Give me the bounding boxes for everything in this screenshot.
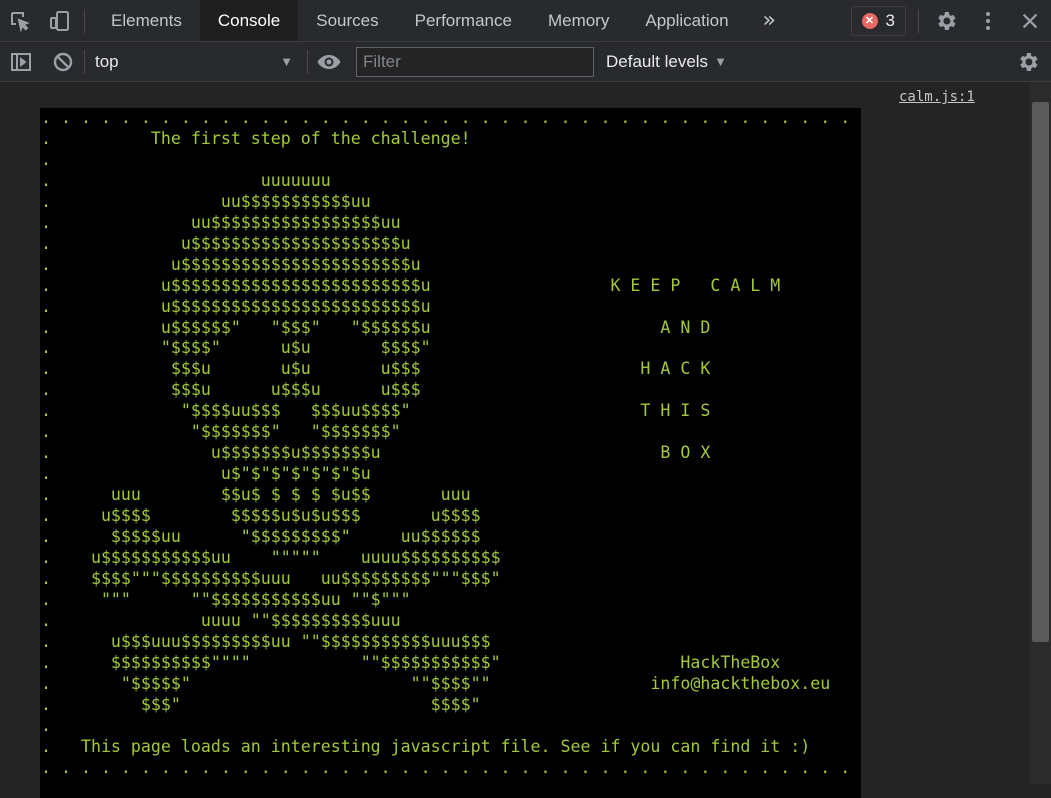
- scrollbar[interactable]: [1030, 82, 1051, 784]
- live-expression-icon[interactable]: [308, 42, 350, 82]
- console-output: calm.js:1 . . . . . . . . . . . . . . . …: [0, 82, 1051, 798]
- gear-icon[interactable]: [925, 0, 967, 42]
- kebab-menu-icon[interactable]: [967, 0, 1009, 42]
- ascii-art-message: . . . . . . . . . . . . . . . . . . . . …: [41, 108, 861, 777]
- gear-icon[interactable]: [1005, 42, 1051, 82]
- more-tabs-button[interactable]: »: [747, 0, 792, 41]
- tabbar-divider: [918, 9, 919, 33]
- tab-performance[interactable]: Performance: [397, 0, 530, 41]
- toolbar-divider: [84, 8, 85, 33]
- filter-input[interactable]: [356, 46, 594, 77]
- error-count-badge[interactable]: ✕ 3: [850, 6, 906, 36]
- context-label: top: [95, 51, 119, 71]
- tab-elements[interactable]: Elements: [93, 0, 200, 41]
- scrollbar-thumb[interactable]: [1032, 102, 1049, 642]
- log-levels-label: Default levels: [606, 51, 709, 71]
- devtools-tabbar: Elements Console Sources Performance Mem…: [0, 0, 1051, 42]
- tabbar-right-group: ✕ 3: [850, 0, 1051, 42]
- device-toolbar-icon[interactable]: [40, 0, 80, 42]
- console-toolbar: top ▼ Default levels ▼: [0, 42, 1051, 82]
- tab-console[interactable]: Console: [199, 0, 299, 41]
- tab-sources[interactable]: Sources: [298, 0, 396, 41]
- chevron-down-icon: ▼: [280, 54, 293, 69]
- tab-memory[interactable]: Memory: [530, 0, 627, 41]
- error-count: 3: [885, 11, 895, 30]
- chevron-down-icon: ▼: [714, 54, 727, 69]
- clear-console-icon[interactable]: [42, 42, 84, 82]
- tab-application[interactable]: Application: [627, 0, 746, 41]
- error-icon: ✕: [861, 13, 878, 29]
- select-element-icon[interactable]: [0, 0, 40, 42]
- context-selector[interactable]: top ▼: [85, 42, 307, 82]
- close-icon[interactable]: [1009, 0, 1051, 42]
- console-message: . . . . . . . . . . . . . . . . . . . . …: [40, 108, 861, 798]
- source-link[interactable]: calm.js:1: [899, 89, 975, 105]
- sidebar-toggle-icon[interactable]: [0, 42, 42, 82]
- log-levels-dropdown[interactable]: Default levels ▼: [606, 52, 727, 72]
